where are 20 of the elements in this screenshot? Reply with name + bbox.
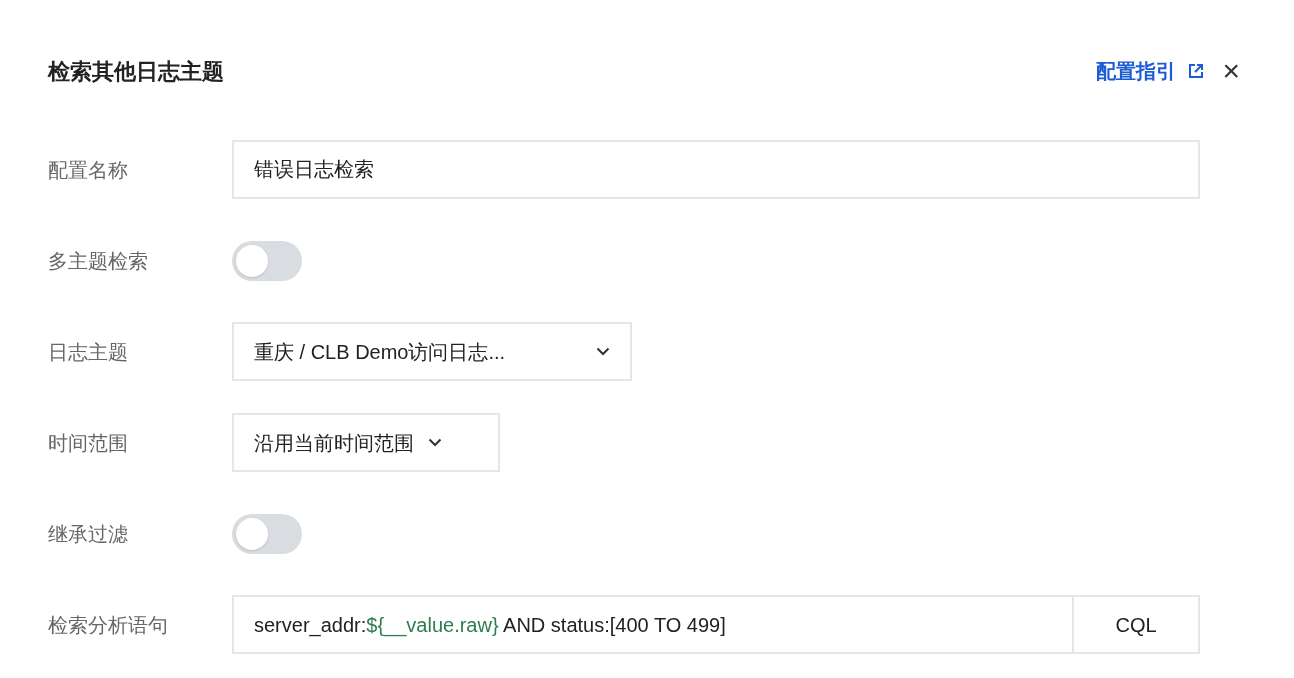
field-label: 检索分析语句: [48, 612, 169, 638]
chevron-down-icon: [596, 347, 610, 356]
field-label: 配置名称: [48, 157, 129, 183]
field-label: 时间范围: [48, 430, 129, 456]
field-label: 日志主题: [48, 339, 129, 365]
select-dropdown[interactable]: 重庆 / CLB Demo访问日志...: [232, 322, 632, 381]
query-text: server_addr:${__value.raw} AND status:[400 TO 499]: [234, 597, 1074, 652]
external-link-icon: [1188, 63, 1205, 79]
toggle-switch[interactable]: [232, 240, 302, 281]
dialog-title: 检索其他日志主题: [48, 57, 224, 86]
chevron-down-icon: [428, 438, 442, 447]
select-dropdown[interactable]: 沿用当前时间范围: [232, 413, 500, 472]
toggle-switch[interactable]: [232, 513, 302, 554]
name-input[interactable]: 错误日志检索: [232, 140, 1200, 199]
guide-link[interactable]: 配置指引: [1096, 56, 1205, 86]
query-field[interactable]: server_addr:${__value.raw} AND status:[400 TO 499] CQL: [232, 595, 1200, 654]
field-label: 多主题检索: [48, 248, 149, 274]
close-button[interactable]: ×: [1222, 56, 1240, 86]
field-label: 继承过滤: [48, 521, 129, 547]
syntax-button[interactable]: CQL: [1074, 597, 1198, 652]
